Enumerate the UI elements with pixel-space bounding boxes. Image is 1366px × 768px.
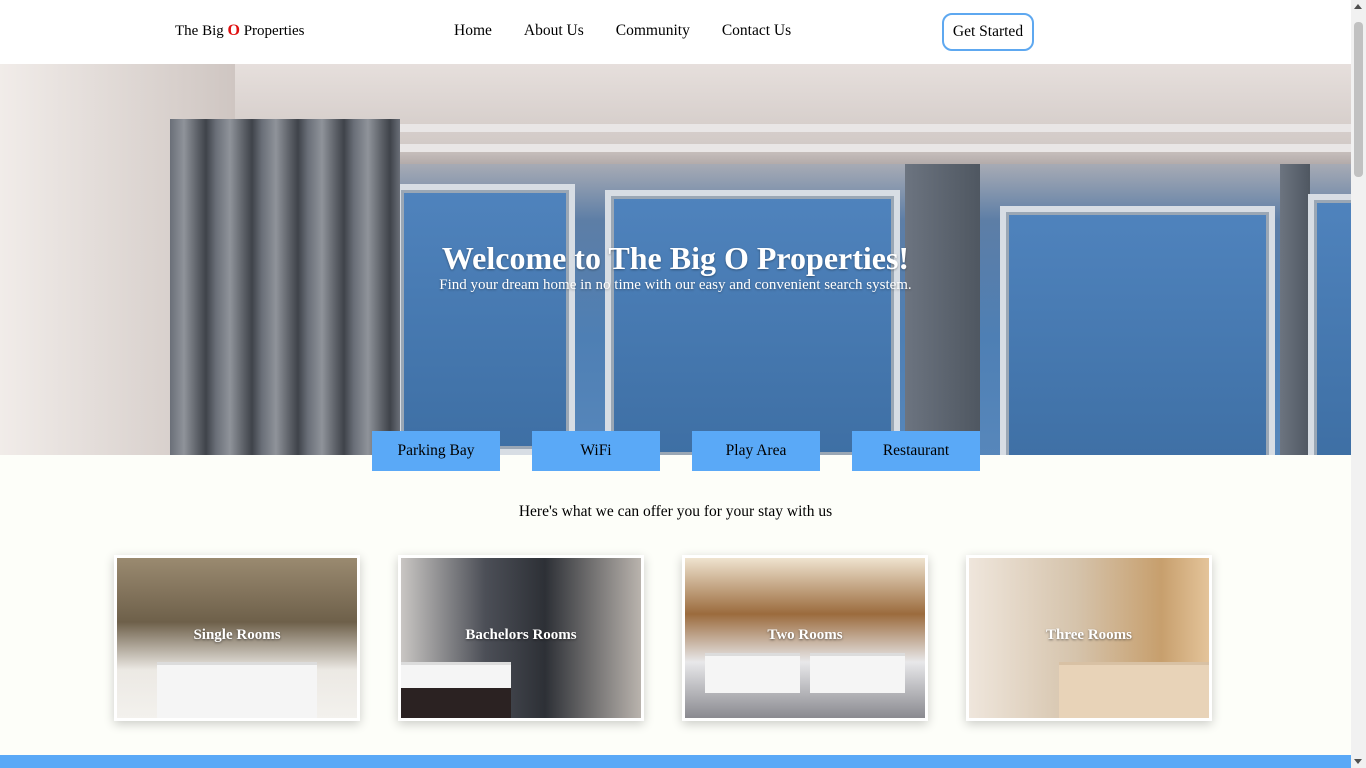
room-card-single[interactable]: Single Rooms [114, 555, 360, 721]
room-card-bachelors[interactable]: Bachelors Rooms [398, 555, 644, 721]
bed-decor [157, 662, 317, 718]
hero-window-decor [395, 184, 575, 455]
footer-stripe [0, 755, 1351, 768]
bed-decor [1059, 662, 1209, 718]
room-label: Single Rooms [193, 627, 281, 643]
hero-banner: Welcome to The Big O Properties! Find yo… [0, 64, 1351, 455]
brand-logo[interactable]: The Big O Properties [175, 22, 305, 40]
brand-suffix: Properties [239, 23, 305, 39]
room-label: Two Rooms [767, 627, 843, 643]
nav-about-us[interactable]: About Us [524, 22, 584, 40]
room-card-three[interactable]: Three Rooms [966, 555, 1212, 721]
hero-pillar-decor [905, 164, 980, 455]
room-card-two[interactable]: Two Rooms [682, 555, 928, 721]
scroll-down-icon[interactable] [1354, 759, 1362, 764]
nav-contact-us[interactable]: Contact Us [722, 22, 791, 40]
page-scrollbar[interactable] [1351, 0, 1366, 768]
room-label: Bachelors Rooms [465, 627, 577, 643]
nav-community[interactable]: Community [616, 22, 690, 40]
room-label: Three Rooms [1046, 627, 1132, 643]
bed-decor [810, 653, 905, 693]
get-started-button[interactable]: Get Started [942, 13, 1034, 51]
site-header: The Big O Properties Home About Us Commu… [0, 0, 1351, 64]
hero-rail-decor [380, 144, 1351, 152]
hero-rail-decor [380, 124, 1351, 132]
scroll-up-icon[interactable] [1354, 4, 1362, 9]
amenity-parking-bay[interactable]: Parking Bay [372, 431, 500, 471]
hero-window-decor [1308, 194, 1351, 455]
amenity-restaurant[interactable]: Restaurant [852, 431, 980, 471]
hero-pillar-decor [1280, 164, 1310, 455]
blanket-decor [401, 688, 511, 718]
amenities-bar: Parking Bay WiFi Play Area Restaurant [372, 431, 980, 471]
nav-home[interactable]: Home [454, 22, 492, 40]
amenity-play-area[interactable]: Play Area [692, 431, 820, 471]
hero-window-decor [605, 190, 900, 455]
rooms-grid: Single Rooms Bachelors Rooms Two Rooms T… [114, 555, 1212, 721]
offer-heading: Here's what we can offer you for your st… [518, 503, 833, 520]
brand-prefix: The Big [175, 23, 228, 39]
brand-o: O [227, 22, 240, 39]
hero-title: Welcome to The Big O Properties! [441, 240, 910, 276]
bed-decor [705, 653, 800, 693]
amenity-wifi[interactable]: WiFi [532, 431, 660, 471]
scroll-thumb[interactable] [1354, 22, 1363, 177]
main-nav: Home About Us Community Contact Us [454, 22, 823, 40]
hero-subtitle: Find your dream home in no time with our… [439, 277, 912, 293]
